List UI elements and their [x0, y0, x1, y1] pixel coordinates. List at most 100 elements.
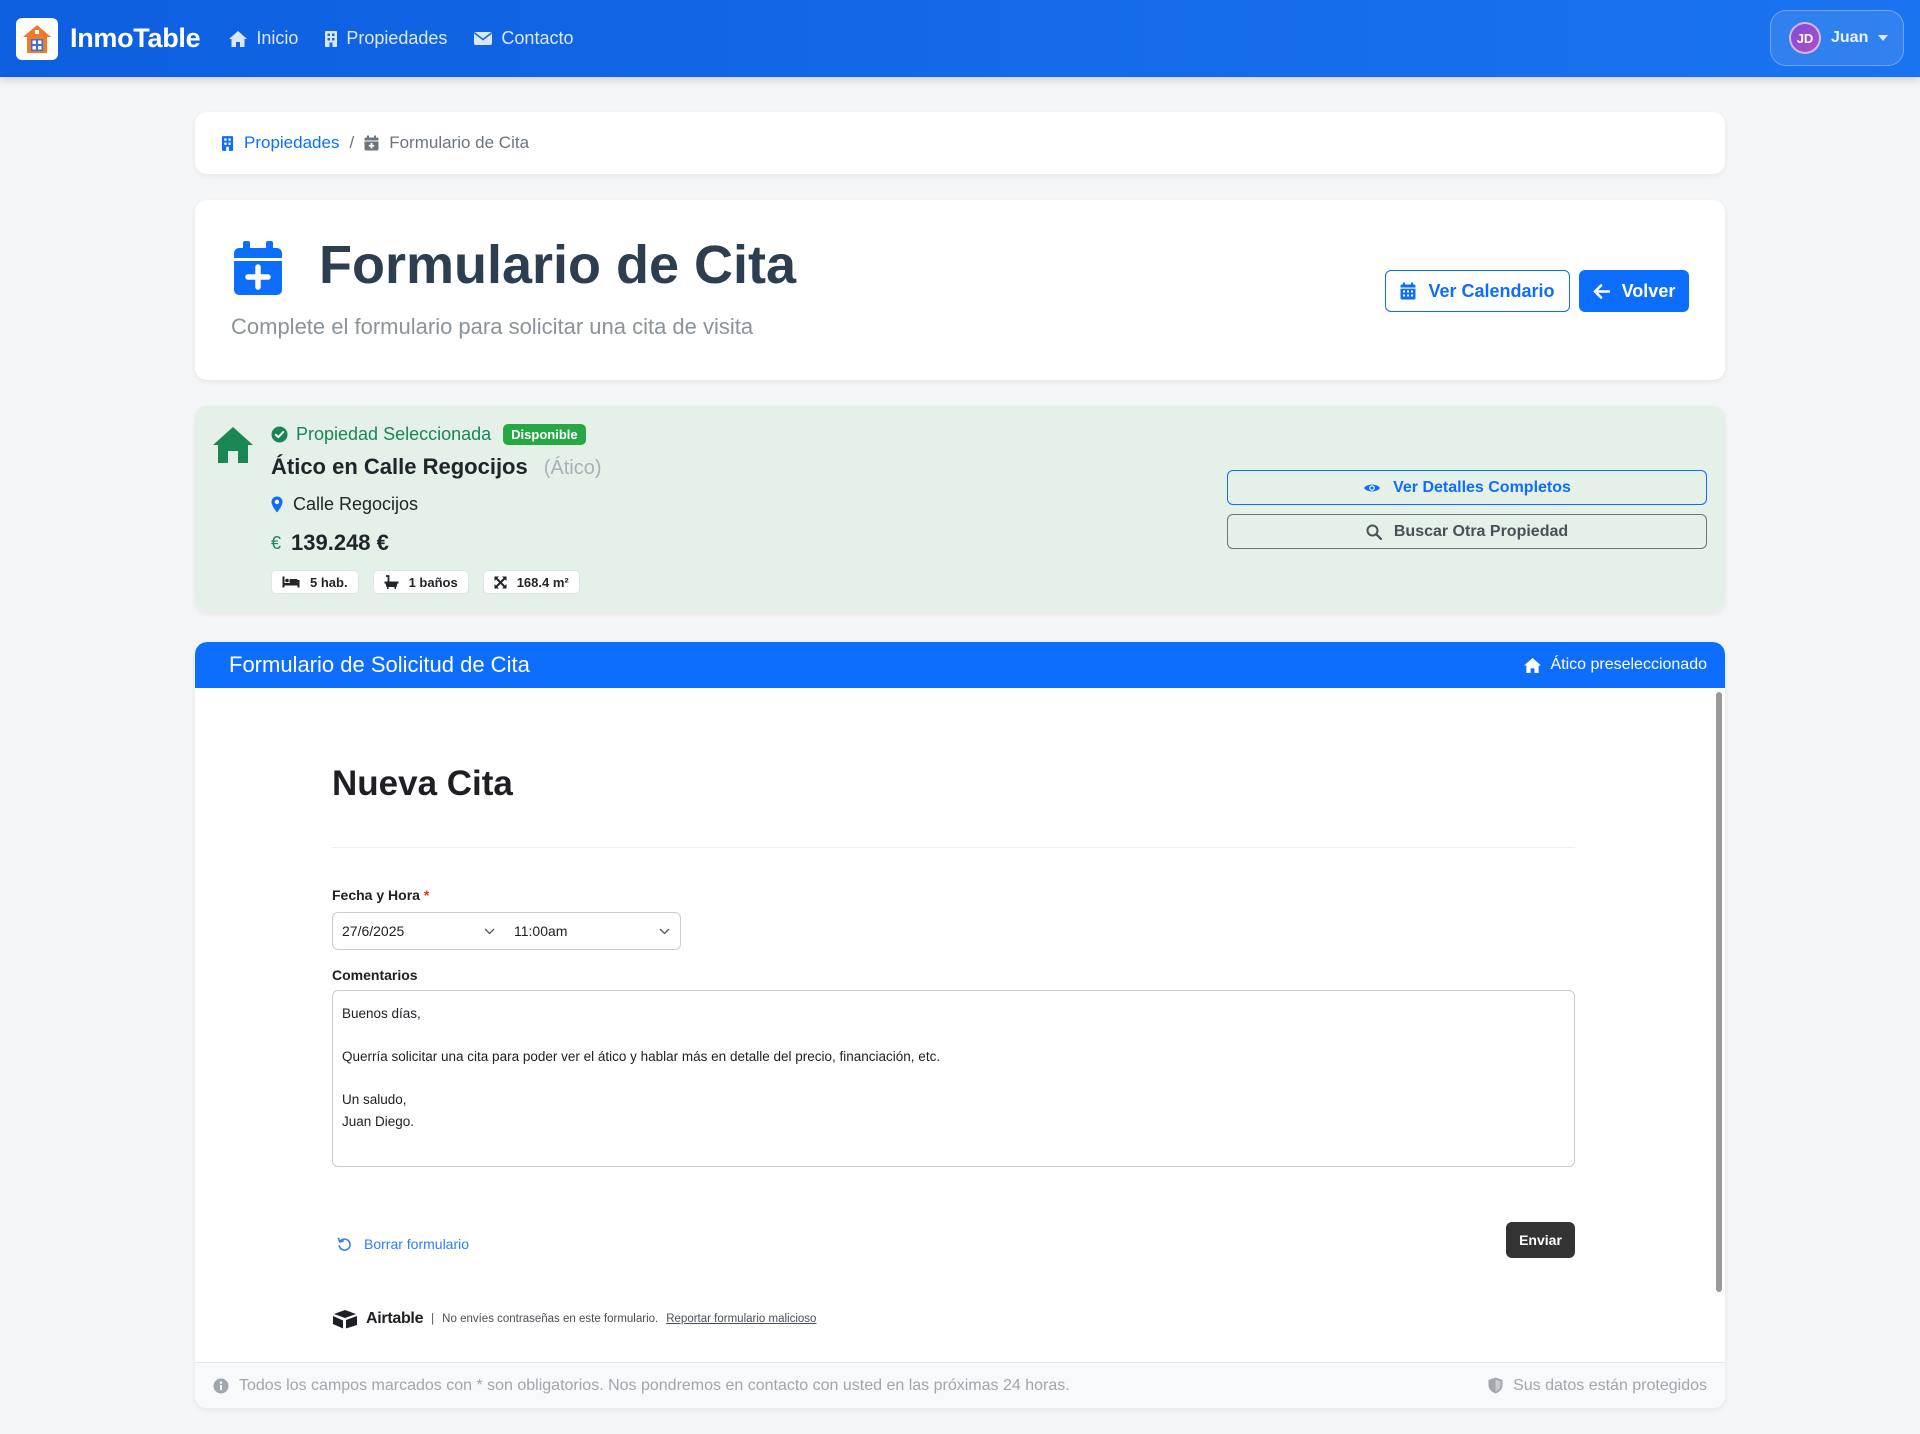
chevron-down-icon	[659, 928, 670, 934]
map-pin-icon	[271, 496, 283, 513]
breadcrumb-link-propiedades[interactable]: Propiedades	[221, 133, 339, 153]
page-header: Formulario de Cita Complete el formulari…	[195, 200, 1725, 380]
nav-link-contacto[interactable]: Contacto	[473, 28, 573, 49]
datetime-label: Fecha y Hora *	[332, 887, 429, 903]
report-form-link[interactable]: Reportar formulario malicioso	[666, 1313, 816, 1325]
house-logo-icon	[16, 17, 58, 60]
breadcrumb-current: Formulario de Cita	[364, 133, 529, 153]
home-icon	[229, 30, 248, 47]
property-address: Calle Regocijos	[271, 494, 418, 515]
feature-label: 5 hab.	[310, 574, 348, 590]
nav-link-label: Propiedades	[346, 28, 448, 48]
airtable-notice: No envíes contraseñas en este formulario…	[442, 1313, 659, 1325]
reset-form-link[interactable]: Borrar formulario	[337, 1236, 469, 1252]
chevron-down-icon	[484, 928, 495, 934]
divider	[332, 847, 1575, 848]
property-type: (Ático)	[543, 457, 602, 479]
shield-icon	[1488, 1377, 1503, 1394]
house-icon	[212, 426, 254, 469]
form-header: Formulario de Solicitud de Cita Ático pr…	[195, 642, 1725, 688]
privacy-note: Sus datos están protegidos	[1488, 1377, 1707, 1395]
bed-icon	[282, 576, 300, 588]
feature-label: 1 baños	[408, 574, 458, 590]
time-value: 11:00am	[514, 923, 568, 939]
property-price: € 139.248 €	[271, 530, 389, 556]
view-calendar-label: Ver Calendario	[1428, 280, 1555, 301]
reset-icon	[337, 1237, 351, 1251]
breadcrumb: Propiedades / Formulario de Cita	[195, 112, 1725, 174]
time-select[interactable]: 11:00am	[505, 923, 680, 939]
required-note: Todos los campos marcados con * son obli…	[213, 1377, 1070, 1395]
eye-icon	[1364, 484, 1381, 491]
property-status: Propiedad Seleccionada Disponible	[271, 424, 586, 445]
breadcrumb-separator: /	[349, 133, 355, 152]
selected-property-card: Propiedad Seleccionada Disponible Ático …	[195, 406, 1725, 612]
feature-bedrooms: 5 hab.	[271, 570, 359, 594]
property-status-label: Propiedad Seleccionada	[296, 424, 492, 444]
check-circle-icon	[271, 426, 288, 443]
user-name: Juan	[1831, 29, 1869, 46]
page-title: Formulario de Cita	[319, 235, 797, 295]
feature-label: 168.4 m²	[516, 574, 569, 590]
arrow-left-icon	[1593, 283, 1610, 299]
breadcrumb-label: Formulario de Cita	[389, 133, 530, 152]
avatar: JD	[1789, 22, 1821, 54]
nav-link-label: Inicio	[256, 28, 299, 48]
required-mark: *	[423, 887, 430, 903]
property-title: Ático en Calle Regocijos (Ático)	[271, 454, 602, 480]
back-button[interactable]: Volver	[1579, 270, 1689, 312]
breadcrumb-label: Propiedades	[244, 133, 340, 152]
form-footer: Todos los campos marcados con * son obli…	[195, 1362, 1725, 1408]
info-circle-icon	[213, 1378, 229, 1393]
search-other-property-button[interactable]: Buscar Otra Propiedad	[1227, 514, 1707, 549]
home-icon	[1524, 657, 1542, 673]
view-details-button[interactable]: Ver Detalles Completos	[1227, 470, 1707, 505]
property-address-text: Calle Regocijos	[293, 494, 419, 514]
datetime-label-text: Fecha y Hora	[332, 887, 420, 903]
airtable-separator: |	[431, 1313, 435, 1325]
brand[interactable]: InmoTable	[16, 17, 201, 60]
search-icon	[1366, 524, 1382, 540]
search-other-label: Buscar Otra Propiedad	[1393, 522, 1569, 540]
comments-textarea[interactable]: Buenos días, Querría solicitar una cita …	[332, 990, 1575, 1167]
property-name: Ático en Calle Regocijos	[271, 454, 528, 479]
back-label: Volver	[1621, 280, 1676, 301]
euro-icon: €	[271, 532, 282, 553]
reset-form-label: Borrar formulario	[364, 1236, 470, 1252]
preselected-note-text: Ático preseleccionado	[1550, 656, 1707, 673]
form-header-title: Formulario de Solicitud de Cita	[229, 652, 530, 677]
embed-form-title: Nueva Cita	[332, 764, 513, 803]
required-note-text: Todos los campos marcados con * son obli…	[239, 1376, 1070, 1394]
building-icon	[221, 135, 234, 151]
envelope-icon	[474, 32, 493, 45]
nav-link-inicio[interactable]: Inicio	[228, 28, 298, 49]
feature-area: 168.4 m²	[482, 570, 580, 594]
calendar-plus-icon	[364, 135, 379, 151]
airtable-footer: Airtable | No envíes contraseñas en este…	[332, 1309, 816, 1329]
view-details-label: Ver Detalles Completos	[1393, 478, 1571, 496]
calendar-plus-icon	[233, 240, 283, 301]
datetime-field: 27/6/2025 11:00am	[332, 912, 681, 950]
bath-icon	[384, 575, 399, 589]
view-calendar-button[interactable]: Ver Calendario	[1385, 270, 1570, 312]
nav-links: Inicio Propiedades Contacto	[228, 28, 573, 49]
property-features: 5 hab. 1 baños 168.4 m²	[271, 570, 580, 594]
brand-name: InmoTable	[70, 23, 201, 53]
airtable-logo-icon	[333, 1310, 357, 1329]
preselected-note: Ático preseleccionado	[1523, 656, 1707, 674]
submit-button[interactable]: Enviar	[1506, 1222, 1575, 1258]
page-subtitle: Complete el formulario para solicitar un…	[231, 314, 754, 339]
date-select[interactable]: 27/6/2025	[333, 923, 505, 939]
date-value: 27/6/2025	[342, 923, 405, 939]
embed-scrollbar[interactable]	[1716, 692, 1722, 1292]
calendar-icon	[1400, 282, 1416, 300]
comments-label: Comentarios	[332, 967, 418, 983]
nav-link-propiedades[interactable]: Propiedades	[324, 28, 447, 49]
status-badge: Disponible	[503, 424, 586, 445]
caret-down-icon	[1878, 35, 1889, 41]
feature-bathrooms: 1 baños	[372, 570, 469, 594]
nav-link-label: Contacto	[501, 28, 574, 48]
user-menu-button[interactable]: JD Juan	[1770, 10, 1904, 66]
privacy-note-text: Sus datos están protegidos	[1513, 1376, 1707, 1394]
expand-arrows-icon	[493, 575, 507, 589]
